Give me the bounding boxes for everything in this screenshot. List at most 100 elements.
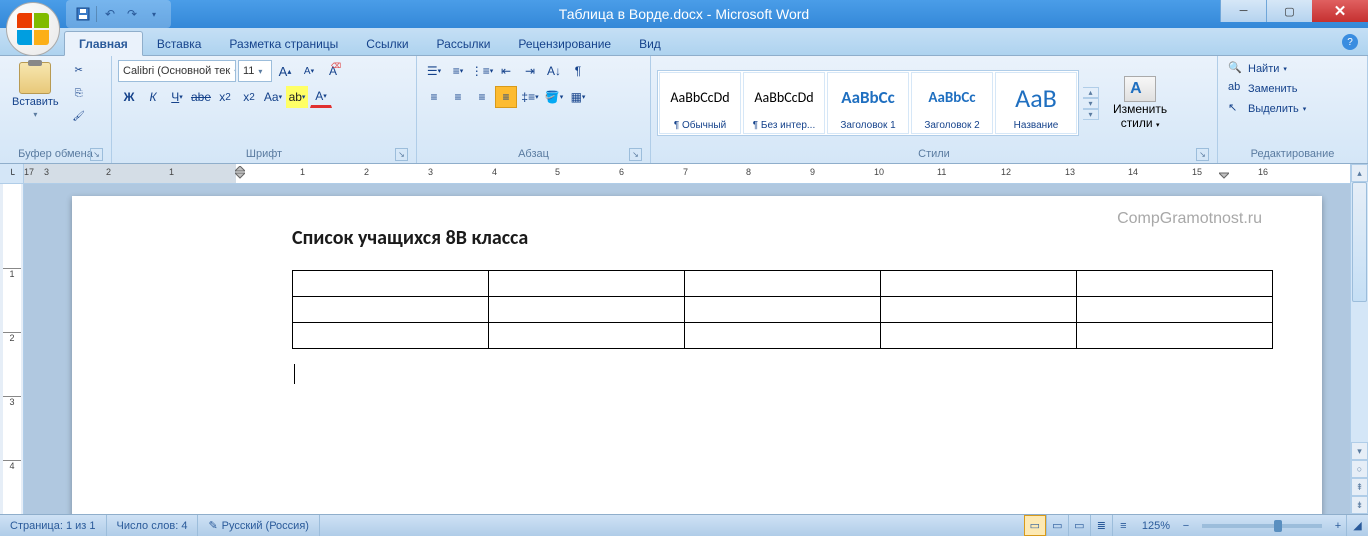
qat-customize-icon[interactable]: ▾ xyxy=(145,5,163,23)
replace-button[interactable]: abЗаменить xyxy=(1224,80,1301,98)
select-button[interactable]: ↖Выделить ▾ xyxy=(1224,100,1310,118)
font-color-button[interactable]: A▾ xyxy=(310,86,332,108)
close-button[interactable]: ✕ xyxy=(1312,0,1368,22)
left-indent-marker[interactable] xyxy=(235,166,245,180)
status-bar: Страница: 1 из 1 Число слов: 4 ✎Русский … xyxy=(0,514,1368,536)
bold-button[interactable]: Ж xyxy=(118,86,140,108)
clipboard-launcher[interactable]: ↘ xyxy=(90,148,103,161)
underline-button[interactable]: Ч ▾ xyxy=(166,86,188,108)
styles-launcher[interactable]: ↘ xyxy=(1196,148,1209,161)
gallery-more-icon[interactable]: ▾ xyxy=(1083,109,1099,120)
style-item-0[interactable]: AaBbCcDd¶ Обычный xyxy=(659,72,741,134)
maximize-button[interactable]: ▢ xyxy=(1266,0,1312,22)
scroll-down-icon[interactable]: ▾ xyxy=(1351,442,1368,460)
tab-layout[interactable]: Разметка страницы xyxy=(215,32,352,55)
change-case-button[interactable]: Aa▾ xyxy=(262,86,284,108)
redo-icon[interactable]: ↷ xyxy=(123,5,141,23)
superscript-button[interactable]: x2 xyxy=(238,86,260,108)
borders-button[interactable]: ▦▾ xyxy=(567,86,589,108)
view-draft-icon[interactable]: ≡ xyxy=(1112,515,1134,536)
increase-indent-button[interactable]: ⇥ xyxy=(519,60,541,82)
vertical-ruler[interactable]: └ 1234 xyxy=(0,164,24,514)
document-table[interactable] xyxy=(292,270,1273,349)
help-icon[interactable]: ? xyxy=(1342,34,1358,50)
tab-home[interactable]: Главная xyxy=(64,31,143,56)
shading-button[interactable]: 🪣▾ xyxy=(543,86,565,108)
browse-object-icon[interactable]: ○ xyxy=(1351,460,1368,478)
highlight-button[interactable]: ab▾ xyxy=(286,86,308,108)
clear-formatting-icon[interactable]: A⌫ xyxy=(322,60,344,82)
zoom-level[interactable]: 125% xyxy=(1134,520,1178,532)
style-item-2[interactable]: AaBbCcЗаголовок 1 xyxy=(827,72,909,134)
sort-button[interactable]: A↓ xyxy=(543,60,565,82)
tab-references[interactable]: Ссылки xyxy=(352,32,422,55)
undo-icon[interactable]: ↶ xyxy=(101,5,119,23)
decrease-indent-button[interactable]: ⇤ xyxy=(495,60,517,82)
line-spacing-button[interactable]: ‡≡▾ xyxy=(519,86,541,108)
gallery-up-icon[interactable]: ▴ xyxy=(1083,87,1099,98)
style-item-1[interactable]: AaBbCcDd¶ Без интер... xyxy=(743,72,825,134)
cut-icon[interactable]: ✂ xyxy=(69,60,89,80)
scroll-thumb[interactable] xyxy=(1352,182,1367,302)
styles-group-label: Стили xyxy=(918,148,950,160)
numbering-button[interactable]: ≡▾ xyxy=(447,60,469,82)
document-heading[interactable]: Список учащихся 8В класса xyxy=(292,226,1273,250)
status-language[interactable]: ✎Русский (Россия) xyxy=(198,515,320,536)
strikethrough-button[interactable]: abe xyxy=(190,86,212,108)
zoom-in-button[interactable]: + xyxy=(1330,520,1346,532)
office-button[interactable] xyxy=(6,2,60,56)
style-item-4[interactable]: AaBНазвание xyxy=(995,72,1077,134)
gallery-down-icon[interactable]: ▾ xyxy=(1083,98,1099,109)
bullets-button[interactable]: ☰▾ xyxy=(423,60,445,82)
tab-insert[interactable]: Вставка xyxy=(143,32,216,55)
zoom-out-button[interactable]: − xyxy=(1178,520,1194,532)
view-print-layout-icon[interactable]: ▭ xyxy=(1024,515,1046,536)
ribbon: Вставить ▾ ✂ ⎘ 🖌 Буфер обмена↘ Calibri (… xyxy=(0,56,1368,164)
clipboard-icon xyxy=(19,62,51,94)
styles-gallery: AaBbCcDd¶ ОбычныйAaBbCcDd¶ Без интер...A… xyxy=(657,70,1079,136)
save-icon[interactable] xyxy=(74,5,92,23)
grow-font-icon[interactable]: A▴ xyxy=(274,60,296,82)
align-justify-button[interactable]: ≡ xyxy=(495,86,517,108)
ruler-corner-icon[interactable]: └ xyxy=(0,164,23,184)
change-styles-button[interactable]: Изменить стили ▾ xyxy=(1107,73,1173,133)
font-size-dropdown[interactable]: 11▾ xyxy=(238,60,272,82)
view-reading-icon[interactable]: ▭ xyxy=(1046,515,1068,536)
status-page[interactable]: Страница: 1 из 1 xyxy=(0,515,107,536)
format-painter-icon[interactable]: 🖌 xyxy=(69,106,89,126)
font-launcher[interactable]: ↘ xyxy=(395,148,408,161)
shrink-font-icon[interactable]: A▾ xyxy=(298,60,320,82)
status-words[interactable]: Число слов: 4 xyxy=(107,515,199,536)
zoom-slider[interactable] xyxy=(1202,524,1322,528)
align-left-button[interactable]: ≡ xyxy=(423,86,445,108)
right-indent-marker[interactable] xyxy=(1219,166,1229,180)
group-paragraph: ☰▾ ≡▾ ⋮≡▾ ⇤ ⇥ A↓ ¶ ≡ ≡ ≡ ≡ ‡≡▾ 🪣▾ ▦▾ Абз… xyxy=(417,56,651,163)
style-item-3[interactable]: AaBbCcЗаголовок 2 xyxy=(911,72,993,134)
subscript-button[interactable]: x2 xyxy=(214,86,236,108)
vertical-scrollbar[interactable]: ▴ ▾ ○ ⇞ ⇟ xyxy=(1350,164,1368,514)
paste-button[interactable]: Вставить ▾ xyxy=(6,60,65,121)
italic-button[interactable]: К xyxy=(142,86,164,108)
tab-review[interactable]: Рецензирование xyxy=(504,32,625,55)
show-marks-button[interactable]: ¶ xyxy=(567,60,589,82)
paragraph-launcher[interactable]: ↘ xyxy=(629,148,642,161)
copy-icon[interactable]: ⎘ xyxy=(69,83,89,103)
status-resize-icon[interactable]: ◢ xyxy=(1346,515,1368,536)
view-web-icon[interactable]: ▭ xyxy=(1068,515,1090,536)
view-outline-icon[interactable]: ≣ xyxy=(1090,515,1112,536)
scroll-up-icon[interactable]: ▴ xyxy=(1351,164,1368,182)
find-button[interactable]: 🔍Найти ▾ xyxy=(1224,60,1291,78)
tab-view[interactable]: Вид xyxy=(625,32,675,55)
clipboard-group-label: Буфер обмена xyxy=(18,148,93,160)
align-center-button[interactable]: ≡ xyxy=(447,86,469,108)
prev-page-icon[interactable]: ⇞ xyxy=(1351,478,1368,496)
tab-mailings[interactable]: Рассылки xyxy=(423,32,505,55)
multilevel-button[interactable]: ⋮≡▾ xyxy=(471,60,493,82)
next-page-icon[interactable]: ⇟ xyxy=(1351,496,1368,514)
document-viewport[interactable]: CompGramotnost.ru Список учащихся 8В кла… xyxy=(24,184,1350,514)
font-name-dropdown[interactable]: Calibri (Основной тек▾ xyxy=(118,60,236,82)
minimize-button[interactable]: ─ xyxy=(1220,0,1266,22)
horizontal-ruler[interactable]: 3211234567891011121314151617 xyxy=(24,164,1350,184)
editing-group-label: Редактирование xyxy=(1251,148,1335,160)
align-right-button[interactable]: ≡ xyxy=(471,86,493,108)
